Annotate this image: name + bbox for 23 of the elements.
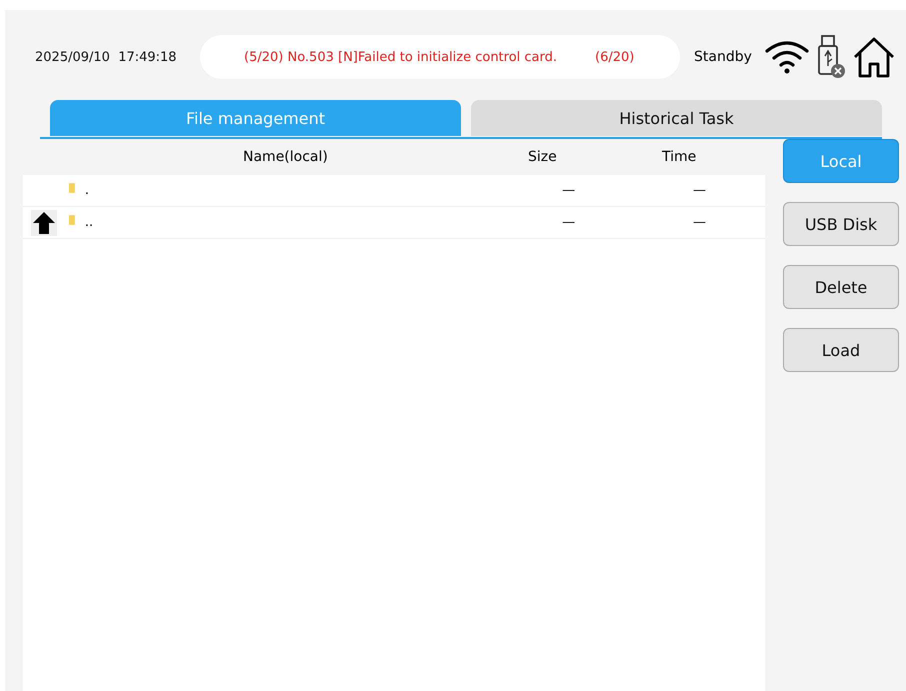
table-cell-text: — [692, 183, 708, 198]
table-cell-text: — [692, 215, 708, 230]
home-icon[interactable] [852, 35, 896, 79]
table-cell-text: — [561, 215, 576, 230]
usb-disconnected-icon [816, 34, 846, 80]
column-header: Name(local) [243, 149, 329, 165]
wifi-icon [764, 39, 810, 75]
date-time: 2025/09/10 17:49:18 [35, 50, 178, 64]
table-cell-text: — [561, 183, 576, 198]
side-button[interactable]: Load [783, 328, 899, 372]
column-header: Size [527, 149, 558, 165]
side-button[interactable]: USB Disk [783, 202, 899, 246]
error-message: (5/20) No.503 [N]Failed to initialize control card. [244, 50, 558, 64]
file-name: .. [84, 215, 94, 230]
error-message: (6/20) [595, 50, 634, 64]
folder-icon [69, 214, 75, 224]
side-button[interactable]: Delete [783, 265, 899, 309]
column-header: Time [662, 149, 696, 165]
status-text: Standby [694, 49, 752, 65]
folder-icon [69, 182, 75, 192]
tab[interactable]: Historical Task [471, 100, 882, 136]
up-arrow-icon[interactable] [30, 210, 57, 236]
file-name: . [84, 183, 90, 198]
